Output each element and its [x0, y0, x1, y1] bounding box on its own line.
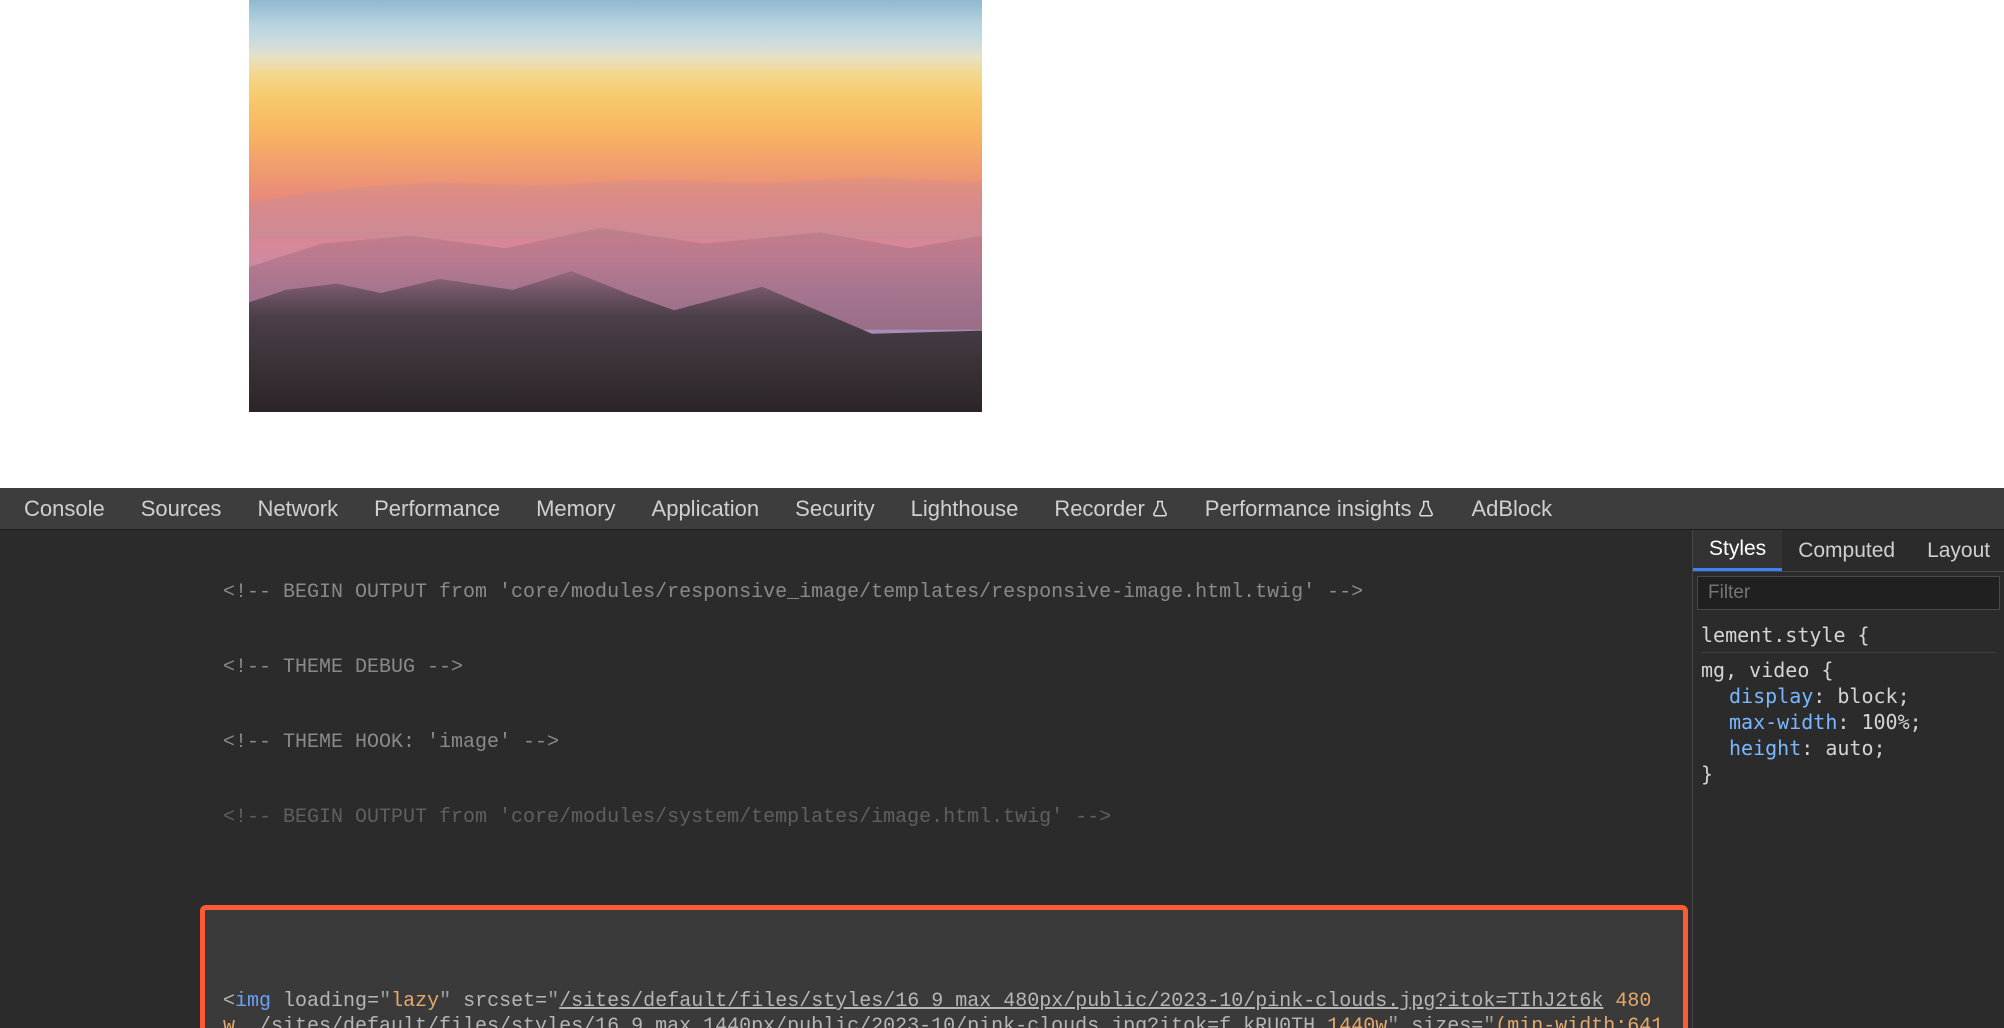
tab-network[interactable]: Network	[239, 488, 356, 529]
source-comment-line[interactable]: <!-- BEGIN OUTPUT from 'core/modules/res…	[0, 580, 1692, 605]
css-rule-img-video[interactable]: mg, video { display: block; max-width: 1…	[1701, 652, 1996, 787]
tab-adblock[interactable]: AdBlock	[1453, 488, 1570, 529]
tab-application[interactable]: Application	[634, 488, 778, 529]
tab-label: Security	[795, 496, 874, 522]
elements-source-panel[interactable]: <!-- BEGIN OUTPUT from 'core/modules/res…	[0, 530, 1692, 1028]
tab-label: Performance	[374, 496, 500, 522]
tab-sources[interactable]: Sources	[123, 488, 240, 529]
tab-label: Console	[24, 496, 105, 522]
devtools-body: <!-- BEGIN OUTPUT from 'core/modules/res…	[0, 530, 2004, 1028]
tab-label: Lighthouse	[911, 496, 1019, 522]
styles-tab-styles[interactable]: Styles	[1693, 530, 1782, 571]
tag-name: img	[235, 990, 271, 1013]
selected-element-highlight[interactable]: <img loading="lazy" srcset="/sites/defau…	[200, 905, 1688, 1028]
tab-label: Recorder	[1054, 496, 1144, 522]
styles-rules-list[interactable]: lement.style { mg, video { display: bloc…	[1693, 610, 2004, 793]
devtools-tabstrip: Console Sources Network Performance Memo…	[0, 488, 2004, 530]
tab-label: Network	[257, 496, 338, 522]
tab-label: AdBlock	[1471, 496, 1552, 522]
styles-tab-layout[interactable]: Layout	[1911, 530, 2004, 571]
source-comment-line[interactable]: <!-- THEME HOOK: 'image' -->	[0, 730, 1692, 755]
source-comment-line[interactable]: <!-- THEME DEBUG -->	[0, 655, 1692, 680]
tab-lighthouse[interactable]: Lighthouse	[893, 488, 1037, 529]
tab-label: Sources	[141, 496, 222, 522]
page-viewport	[0, 0, 2004, 488]
tab-label: Application	[652, 496, 760, 522]
decorative-mountain-far	[249, 136, 982, 239]
tab-label: Performance insights	[1205, 496, 1412, 522]
styles-filter-wrap	[1697, 576, 2000, 610]
source-comment-line[interactable]: <!-- BEGIN OUTPUT from 'core/modules/sys…	[0, 805, 1692, 830]
page-sunset-image[interactable]	[249, 0, 982, 412]
flask-icon	[1417, 500, 1435, 518]
styles-tab-computed[interactable]: Computed	[1782, 530, 1911, 571]
devtools-panel: Console Sources Network Performance Memo…	[0, 488, 2004, 1028]
tab-console[interactable]: Console	[6, 488, 123, 529]
styles-tabstrip: Styles Computed Layout E	[1693, 530, 2004, 572]
tab-label: Memory	[536, 496, 615, 522]
flask-icon	[1151, 500, 1169, 518]
tab-performance[interactable]: Performance	[356, 488, 518, 529]
tab-recorder[interactable]: Recorder	[1036, 488, 1186, 529]
tab-performance-insights[interactable]: Performance insights	[1187, 488, 1454, 529]
tab-security[interactable]: Security	[777, 488, 892, 529]
styles-filter-input[interactable]	[1697, 576, 2000, 610]
tab-memory[interactable]: Memory	[518, 488, 633, 529]
styles-sidebar: Styles Computed Layout E lement.style { …	[1692, 530, 2004, 1028]
css-rule-element-style[interactable]: lement.style {	[1701, 618, 1996, 648]
